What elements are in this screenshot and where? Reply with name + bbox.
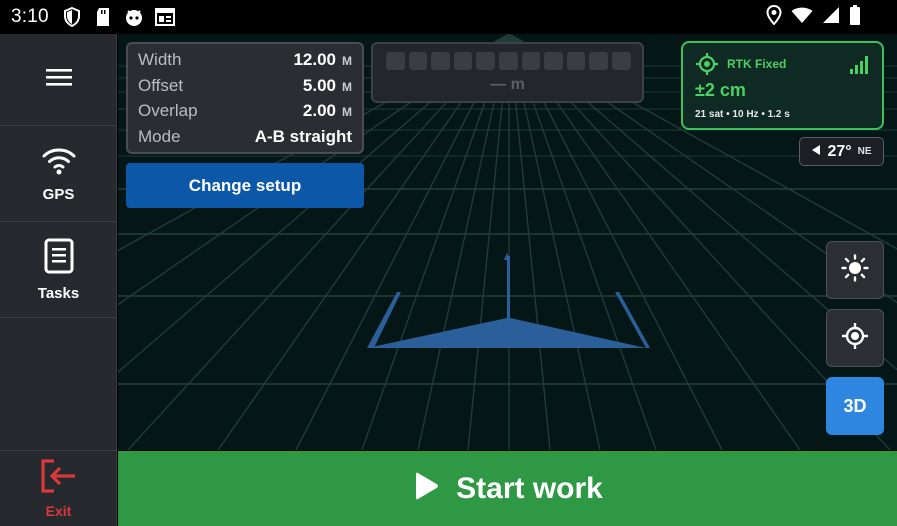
- setup-key: Overlap: [138, 101, 198, 120]
- cell-signal-icon: [822, 6, 840, 29]
- gnss-status-panel[interactable]: RTK Fixed ±2 cm 21 sat • 10 Hz • 1.2 s: [681, 41, 884, 130]
- lightbar-led: [544, 52, 563, 70]
- guidance-lightbar: — m: [371, 42, 644, 103]
- view-mode-toggle[interactable]: 3D: [826, 377, 884, 435]
- crosshair-icon: [695, 52, 719, 81]
- setup-value: 2.00: [302, 101, 336, 120]
- hamburger-icon: [45, 67, 72, 92]
- exit-button[interactable]: Exit: [0, 450, 117, 526]
- setup-row-offset: Offset 5.00 M: [138, 76, 352, 102]
- setup-value: A-B straight: [254, 126, 352, 146]
- setup-unit: M: [342, 79, 352, 94]
- setup-value: 12.00: [293, 50, 336, 69]
- lightbar-led: [566, 52, 586, 70]
- setup-value: 5.00: [302, 75, 336, 95]
- setup-row-overlap: Overlap 2.00 M: [138, 101, 352, 127]
- heading-arrow-icon: [811, 143, 821, 161]
- wifi-signal-icon: [41, 145, 77, 180]
- recenter-button[interactable]: [826, 309, 884, 367]
- lightbar-led: [386, 52, 405, 70]
- lightbar-led: [589, 52, 608, 70]
- menu-button[interactable]: [0, 34, 117, 126]
- play-icon: [412, 471, 440, 506]
- android-face-icon: [123, 7, 145, 27]
- signal-bars-icon: [849, 55, 869, 80]
- heading-direction: NE: [857, 146, 872, 157]
- lightbar-led: [408, 52, 428, 70]
- news-icon: [154, 7, 176, 27]
- locate-icon: [841, 322, 869, 355]
- sun-icon: [841, 253, 869, 287]
- sidebar: GPS Tasks Exit: [0, 34, 117, 526]
- gnss-details: 21 sat • 10 Hz • 1.2 s: [695, 109, 790, 120]
- exit-icon: [40, 458, 78, 499]
- lightbar-led: [453, 52, 473, 70]
- status-bar: 3:10: [0, 0, 897, 34]
- cross-track-distance: — m: [490, 76, 525, 93]
- sidebar-item-label: Exit: [45, 503, 72, 519]
- setup-row-mode: Mode A-B straight: [138, 127, 352, 153]
- sidebar-item-label: GPS: [42, 185, 75, 203]
- setup-unit: M: [342, 54, 352, 68]
- setup-row-width: Width 12.00 M: [138, 50, 352, 76]
- lightbar-led: [431, 52, 450, 70]
- setup-summary-panel: Width 12.00 M Offset 5.00 M Overlap 2.00 M …: [126, 42, 364, 154]
- lightbar-led: [611, 52, 631, 70]
- position-accuracy: ±2 cm: [695, 80, 746, 100]
- change-setup-button[interactable]: Change setup: [126, 163, 364, 208]
- lightbar-led: [476, 52, 495, 70]
- sidebar-item-label: Tasks: [37, 284, 80, 302]
- setup-unit: M: [342, 105, 352, 119]
- setup-key: Offset: [138, 75, 184, 95]
- heading-degrees: 27°: [827, 142, 852, 160]
- brightness-button[interactable]: [826, 241, 884, 299]
- setup-key: Mode: [138, 126, 181, 146]
- sd-card-icon: [92, 7, 114, 27]
- shield-icon: [61, 7, 83, 27]
- start-work-button[interactable]: Start work: [118, 451, 897, 526]
- heading-indicator: 27° NE: [799, 137, 884, 166]
- lightbar-leds: [386, 52, 631, 70]
- sidebar-item-gps[interactable]: GPS: [0, 126, 117, 222]
- wifi-icon: [791, 6, 813, 29]
- vehicle-marker: [367, 253, 650, 348]
- lightbar-led: [498, 52, 518, 70]
- battery-icon: [849, 4, 861, 30]
- document-icon: [44, 238, 74, 279]
- sidebar-item-tasks[interactable]: Tasks: [0, 222, 117, 318]
- setup-key: Width: [138, 50, 182, 69]
- lightbar-led: [521, 52, 541, 70]
- clock: 3:10: [11, 6, 49, 27]
- location-pin-icon: [766, 4, 782, 30]
- system-status-icons: [766, 0, 861, 34]
- rtk-status: RTK Fixed: [727, 57, 787, 71]
- start-work-label: Start work: [456, 471, 603, 505]
